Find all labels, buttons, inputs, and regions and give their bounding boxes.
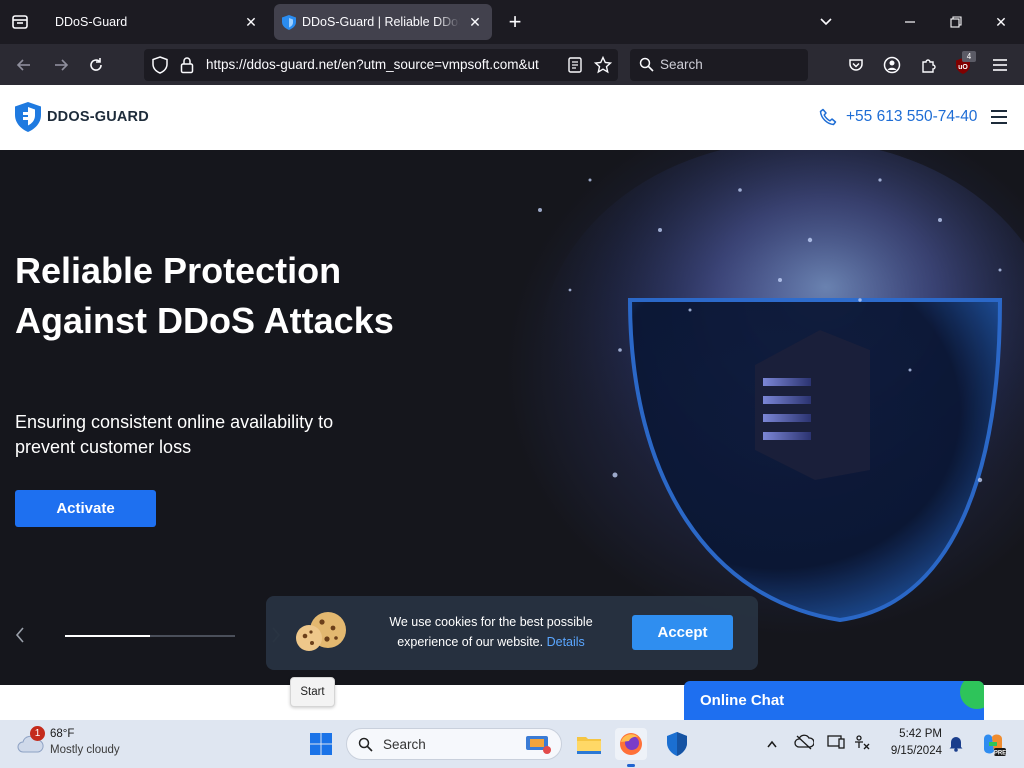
- weather-alert-badge: 1: [30, 726, 45, 741]
- slider-progress-track[interactable]: [65, 635, 235, 637]
- tab-title: DDoS-Guard: [55, 15, 128, 29]
- reader-view-icon[interactable]: [568, 57, 582, 78]
- tab-title: DDoS-Guard | Reliable DDoS Pr: [302, 15, 460, 29]
- taskbar-search-box[interactable]: Search: [346, 728, 562, 760]
- cloud-offline-icon[interactable]: [794, 734, 815, 754]
- close-tab-icon[interactable]: ✕: [466, 13, 484, 31]
- site-header: DDOS-GUARD +55 613 550-74-40: [0, 85, 1024, 150]
- chevron-up-icon[interactable]: [762, 734, 782, 754]
- phone-number-link[interactable]: +55 613 550-74-40: [846, 108, 977, 126]
- hamburger-menu-icon[interactable]: [987, 52, 1013, 78]
- chat-online-indicator: [960, 681, 984, 709]
- site-menu-icon[interactable]: [990, 109, 1008, 130]
- list-all-tabs-icon[interactable]: [8, 10, 32, 34]
- activate-button[interactable]: Activate: [15, 490, 156, 527]
- online-chat-label: Online Chat: [700, 692, 785, 709]
- cookie-details-link[interactable]: Details: [547, 635, 585, 649]
- ddos-guard-logo-icon[interactable]: [15, 102, 41, 137]
- tab-ddos-guard[interactable]: DDoS-Guard ✕: [44, 4, 268, 40]
- url-text[interactable]: https://ddos-guard.net/en?utm_source=vmp…: [206, 57, 556, 72]
- back-arrow-icon[interactable]: [11, 52, 37, 78]
- windows-taskbar: 1 68°F Mostly cloudy Search 5:42 PM 9/15…: [0, 720, 1024, 768]
- extension-badge: 4: [962, 51, 976, 62]
- slider-progress-fill: [65, 635, 150, 637]
- start-tooltip: Start: [290, 677, 335, 707]
- hero-subtitle: Ensuring consistent online availability …: [15, 412, 334, 457]
- taskbar-time[interactable]: 5:42 PM: [894, 728, 942, 740]
- online-chat-button[interactable]: Online Chat: [684, 681, 984, 720]
- site-logo-text[interactable]: DDOS-GUARD: [47, 109, 149, 125]
- display-icon[interactable]: [826, 734, 846, 754]
- weather-temperature[interactable]: 68°F: [50, 728, 74, 740]
- cookie-message: We use cookies for the best possible exp…: [376, 612, 606, 652]
- browser-tab-strip: DDoS-Guard ✕ DDoS-Guard | Reliable DDoS …: [0, 0, 1024, 44]
- bookmark-star-icon[interactable]: [593, 55, 613, 79]
- notification-bell-icon[interactable]: [946, 734, 966, 754]
- phone-icon[interactable]: [819, 108, 837, 131]
- lock-icon[interactable]: [180, 56, 194, 79]
- close-window-icon[interactable]: ✕: [987, 10, 1015, 34]
- minimize-window-icon[interactable]: [896, 10, 924, 34]
- search-icon: [358, 737, 373, 757]
- close-tab-icon[interactable]: ✕: [242, 13, 260, 31]
- reload-icon[interactable]: [83, 52, 109, 78]
- tab-overflow-chevron-icon[interactable]: [812, 10, 840, 34]
- cookie-banner: We use cookies for the best possible exp…: [266, 596, 758, 670]
- cookie-icon: [292, 608, 350, 661]
- forward-arrow-icon[interactable]: [48, 52, 74, 78]
- svg-text:PRE: PRE: [994, 751, 1006, 757]
- browser-navigation-bar: https://ddos-guard.net/en?utm_source=vmp…: [0, 44, 1024, 85]
- extensions-puzzle-icon[interactable]: [915, 52, 941, 78]
- tab-ddos-guard-active[interactable]: DDoS-Guard | Reliable DDoS Pr ✕: [274, 4, 492, 40]
- copilot-icon[interactable]: PRE: [980, 731, 1006, 757]
- restore-window-icon[interactable]: [942, 10, 970, 34]
- search-icon: [639, 57, 654, 77]
- hero-title: Reliable Protection Against DDoS Attacks: [15, 250, 394, 341]
- new-tab-icon[interactable]: +: [503, 10, 527, 34]
- active-app-indicator: [627, 764, 635, 767]
- browser-search-bar[interactable]: Search: [630, 49, 808, 81]
- search-placeholder: Search: [660, 57, 703, 72]
- accessibility-icon[interactable]: [852, 734, 872, 754]
- account-icon[interactable]: [879, 52, 905, 78]
- accept-cookies-button[interactable]: Accept: [632, 615, 733, 650]
- start-icon[interactable]: [305, 728, 337, 760]
- pocket-icon[interactable]: [843, 52, 869, 78]
- taskbar-search-placeholder: Search: [383, 737, 426, 752]
- url-bar[interactable]: https://ddos-guard.net/en?utm_source=vmp…: [144, 49, 618, 81]
- slider-prev-arrow-icon[interactable]: [14, 626, 26, 650]
- weather-condition[interactable]: Mostly cloudy: [50, 744, 120, 756]
- search-highlight-icon: [523, 732, 553, 761]
- file-explorer-icon[interactable]: [573, 728, 605, 760]
- tracking-protection-shield-icon[interactable]: [152, 56, 168, 79]
- firefox-icon[interactable]: [615, 728, 647, 760]
- taskbar-date[interactable]: 9/15/2024: [880, 745, 942, 757]
- svg-text:uO: uO: [958, 64, 968, 71]
- defender-icon[interactable]: [661, 728, 693, 760]
- ddos-guard-favicon-icon: [282, 15, 296, 30]
